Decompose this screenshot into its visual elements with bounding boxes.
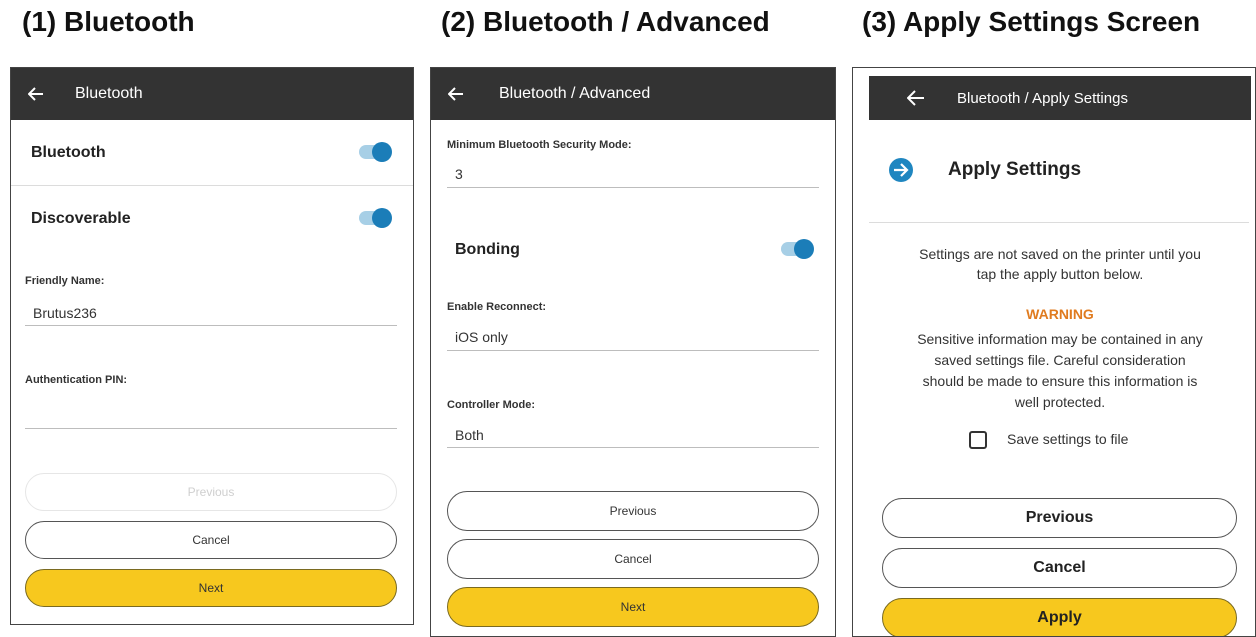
apply-settings-title: Apply Settings [948,159,1082,180]
info-line: tap the apply button below. [976,266,1144,282]
info-line: Settings are not saved on the printer un… [919,246,1201,262]
enable-reconnect-underline [447,350,819,351]
arrow-right-circle-icon [889,158,913,182]
caption-bluetooth: (1) Bluetooth [22,6,195,37]
auth-pin-label: Authentication PIN: [25,374,128,386]
app-bar: Bluetooth [11,68,413,120]
toggle-knob [794,239,814,259]
back-arrow-icon[interactable] [25,87,47,101]
toggle-knob [372,208,392,228]
bonding-toggle[interactable] [781,239,814,259]
auth-pin-underline [25,428,397,429]
screen-apply-settings: Bluetooth / Apply Settings Apply Setting… [852,67,1256,637]
next-button[interactable]: Next [25,569,397,607]
controller-mode-underline [447,447,819,448]
warning-label: WARNING [1026,306,1094,322]
bonding-label: Bonding [455,241,520,258]
enable-reconnect-select[interactable]: iOS only [455,329,508,345]
app-bar-title: Bluetooth [75,85,143,102]
back-arrow-icon[interactable] [445,87,467,101]
controller-mode-select[interactable]: Both [455,427,484,443]
security-mode-label: Minimum Bluetooth Security Mode: [447,139,632,151]
next-button[interactable]: Next [447,587,819,627]
warning-line: saved settings file. Careful considerati… [934,352,1186,368]
divider [869,222,1249,223]
cancel-button[interactable]: Cancel [25,521,397,559]
screen-bluetooth-advanced: Bluetooth / Advanced Minimum Bluetooth S… [430,67,836,637]
caption-apply-settings: (3) Apply Settings Screen [862,6,1201,37]
app-bar-title: Bluetooth / Advanced [499,85,651,102]
friendly-name-label: Friendly Name: [25,275,105,287]
app-bar: Bluetooth / Advanced [431,68,835,120]
cancel-button[interactable]: Cancel [882,548,1237,588]
warning-line: well protected. [1014,394,1106,410]
caption-bluetooth-advanced: (2) Bluetooth / Advanced [441,6,770,37]
friendly-name-input[interactable]: Brutus236 [33,305,97,321]
bluetooth-label: Bluetooth [31,144,106,161]
save-to-file-label[interactable]: Save settings to file [1007,431,1128,447]
security-mode-underline [447,187,819,188]
info-text: Settings are not saved on the printer un… [869,244,1251,284]
security-mode-input[interactable]: 3 [455,166,463,182]
app-bar: Bluetooth / Apply Settings [869,76,1251,120]
warning-line: Sensitive information may be contained i… [917,331,1203,347]
previous-button[interactable]: Previous [447,491,819,531]
apply-settings-header: Apply Settings [889,158,1081,182]
toggle-knob [372,142,392,162]
warning-text: Sensitive information may be contained i… [869,329,1251,413]
screen-bluetooth: Bluetooth Bluetooth Discoverable Friendl… [10,67,414,625]
app-bar-title: Bluetooth / Apply Settings [957,89,1128,107]
friendly-name-underline [25,325,397,326]
back-arrow-icon[interactable] [905,90,927,106]
enable-reconnect-label: Enable Reconnect: [447,301,547,313]
discoverable-label: Discoverable [31,210,131,227]
discoverable-toggle[interactable] [359,208,392,228]
controller-mode-label: Controller Mode: [447,399,535,411]
warning-line: should be made to ensure this informatio… [922,373,1198,389]
save-to-file-checkbox[interactable] [969,431,987,449]
cancel-button[interactable]: Cancel [447,539,819,579]
divider [11,185,413,186]
previous-button[interactable]: Previous [25,473,397,511]
apply-button[interactable]: Apply [882,598,1237,636]
bluetooth-toggle[interactable] [359,142,392,162]
previous-button[interactable]: Previous [882,498,1237,538]
